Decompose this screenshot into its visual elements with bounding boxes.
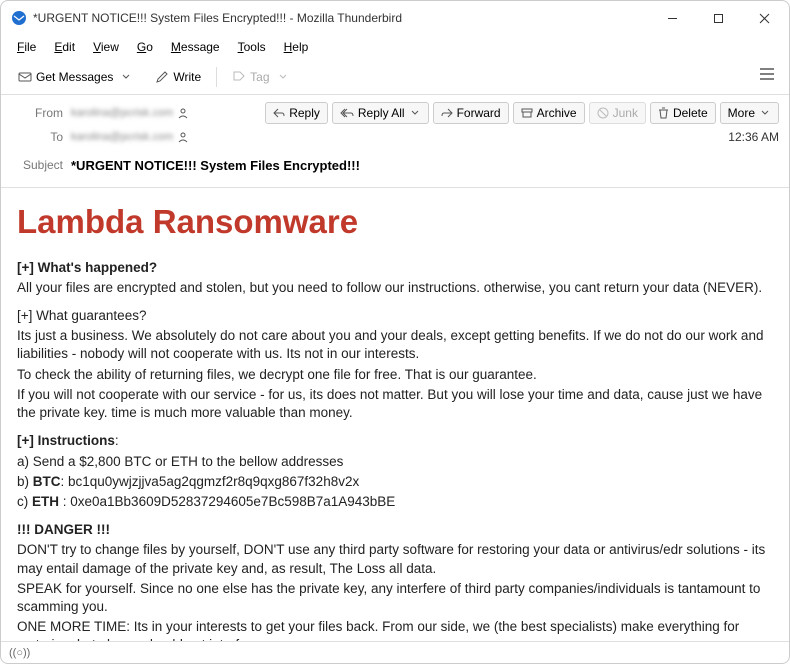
menu-file[interactable]: File: [9, 37, 44, 57]
tag-icon: [232, 70, 246, 84]
subject-label: Subject: [11, 158, 71, 172]
body-text: To check the ability of returning files,…: [17, 366, 773, 384]
junk-icon: [597, 107, 609, 119]
maximize-button[interactable]: [695, 2, 741, 34]
body-title: Lambda Ransomware: [17, 200, 773, 245]
section-heading: !!! DANGER !!!: [17, 522, 110, 537]
body-text: DON'T try to change files by yourself, D…: [17, 541, 773, 577]
menubar: File Edit View Go Message Tools Help: [1, 35, 789, 59]
reply-button[interactable]: Reply: [265, 102, 328, 124]
close-button[interactable]: [741, 2, 787, 34]
archive-button[interactable]: Archive: [513, 102, 585, 124]
get-messages-label: Get Messages: [36, 70, 113, 84]
remote-content-icon[interactable]: ((○)): [9, 647, 30, 659]
menu-view[interactable]: View: [85, 37, 127, 57]
forward-button[interactable]: Forward: [433, 102, 509, 124]
contact-icon[interactable]: [177, 107, 189, 119]
minimize-button[interactable]: [649, 2, 695, 34]
body-text: If you will not cooperate with our servi…: [17, 386, 773, 422]
thunderbird-icon: [11, 10, 27, 26]
delete-button[interactable]: Delete: [650, 102, 716, 124]
message-headers: From karolina@pcrisk.com Reply Reply All…: [1, 95, 789, 188]
pencil-icon: [155, 70, 169, 84]
more-button[interactable]: More: [720, 102, 779, 124]
menu-help[interactable]: Help: [276, 37, 317, 57]
section-heading: [+] What's happened?: [17, 260, 157, 275]
reply-icon: [273, 108, 285, 118]
chevron-down-icon[interactable]: [119, 67, 133, 87]
menu-go[interactable]: Go: [129, 37, 161, 57]
chevron-down-icon[interactable]: [759, 109, 771, 117]
from-value[interactable]: karolina@pcrisk.com: [71, 107, 173, 119]
to-value[interactable]: karolina@pcrisk.com: [71, 131, 173, 143]
forward-icon: [441, 108, 453, 118]
window-title: *URGENT NOTICE!!! System Files Encrypted…: [33, 11, 649, 25]
write-label: Write: [173, 70, 201, 84]
body-text: SPEAK for yourself. Since no one else ha…: [17, 580, 773, 616]
chevron-down-icon[interactable]: [276, 67, 290, 87]
write-button[interactable]: Write: [146, 65, 210, 89]
archive-icon: [521, 108, 533, 118]
menu-message[interactable]: Message: [163, 37, 228, 57]
trash-icon: [658, 107, 669, 119]
body-text: Its just a business. We absolutely do no…: [17, 327, 773, 363]
body-text: All your files are encrypted and stolen,…: [17, 279, 773, 297]
menu-tools[interactable]: Tools: [230, 37, 274, 57]
menu-edit[interactable]: Edit: [46, 37, 83, 57]
junk-button[interactable]: Junk: [589, 102, 646, 124]
toolbar: Get Messages Write Tag: [1, 59, 789, 95]
app-window: *URGENT NOTICE!!! System Files Encrypted…: [0, 0, 790, 664]
reply-all-button[interactable]: Reply All: [332, 102, 429, 124]
tag-button[interactable]: Tag: [223, 62, 298, 92]
section-heading: [+] What guarantees?: [17, 307, 773, 325]
to-label: To: [11, 130, 71, 144]
subject-value: *URGENT NOTICE!!! System Files Encrypted…: [71, 158, 779, 173]
download-icon: [18, 70, 32, 84]
window-controls: [649, 2, 787, 34]
section-heading: [+] Instructions: [17, 433, 115, 448]
statusbar: ((○)): [1, 641, 789, 663]
hamburger-icon: [759, 67, 775, 81]
separator: [216, 67, 217, 87]
reply-all-icon: [340, 108, 354, 118]
titlebar: *URGENT NOTICE!!! System Files Encrypted…: [1, 1, 789, 35]
app-menu-button[interactable]: [753, 63, 781, 90]
message-body: Lambda Ransomware [+] What's happened? A…: [1, 188, 789, 641]
body-text: c) ETH : 0xe0a1Bb3609D52837294605e7Bc598…: [17, 493, 773, 511]
body-text: ONE MORE TIME: Its in your interests to …: [17, 618, 773, 641]
get-messages-button[interactable]: Get Messages: [9, 62, 142, 92]
chevron-down-icon[interactable]: [409, 109, 421, 117]
message-time: 12:36 AM: [720, 130, 779, 144]
from-label: From: [11, 106, 71, 120]
body-text: b) BTC: bc1qu0ywjzjjva5ag2qgmzf2r8q9qxg8…: [17, 473, 773, 491]
body-text: a) Send a $2,800 BTC or ETH to the bello…: [17, 453, 773, 471]
contact-icon[interactable]: [177, 131, 189, 143]
tag-label: Tag: [250, 70, 269, 84]
